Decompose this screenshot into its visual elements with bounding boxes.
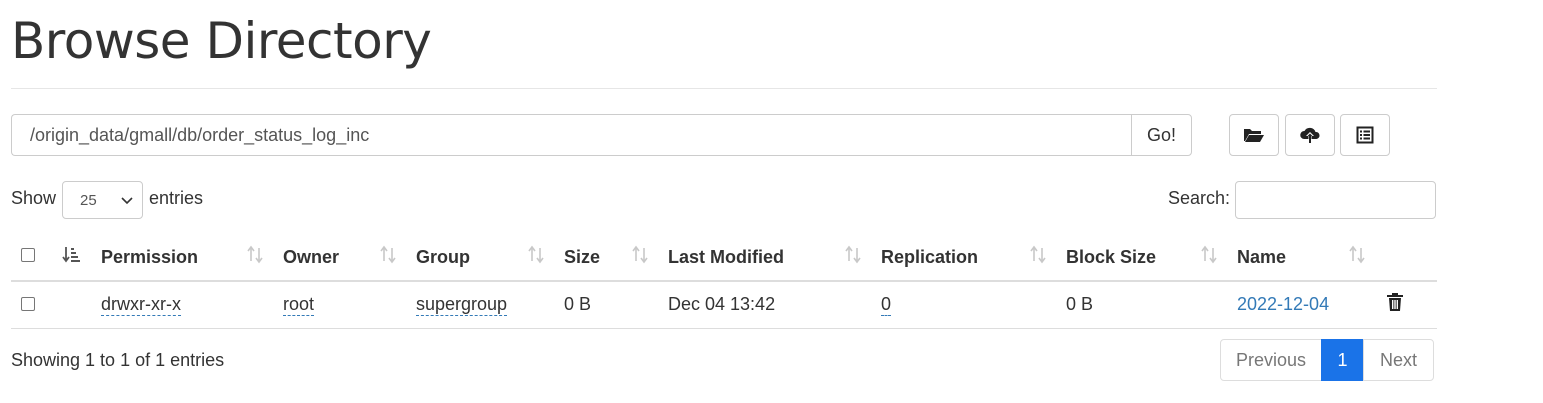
sort-both-icon[interactable] [844,245,862,265]
cloud-upload-icon [1300,127,1320,143]
row-group[interactable]: supergroup [416,293,508,316]
owner-value[interactable]: root [283,294,315,316]
upload-button[interactable] [1285,114,1335,156]
row-block-size: 0 B [1066,294,1094,314]
row-select-checkbox[interactable] [21,297,35,311]
table-row-divider [11,328,1437,329]
show-label: Show [11,188,57,208]
column-header-block-size[interactable]: Block Size [1066,246,1156,268]
permission-value[interactable]: drwxr-xr-x [101,294,181,316]
chevron-down-icon [121,197,133,205]
folder-open-icon [1244,129,1264,142]
directory-path-input[interactable] [11,114,1131,156]
sort-both-icon[interactable] [631,245,649,265]
title-divider [11,88,1437,89]
replication-value[interactable]: 0 [881,294,892,316]
column-header-replication[interactable]: Replication [881,246,978,268]
entries-label: entries [149,188,204,208]
view-toggle-button[interactable] [1340,114,1390,156]
column-header-name[interactable]: Name [1237,246,1286,268]
table-header-divider [11,280,1437,282]
next-page-button[interactable]: Next [1363,339,1434,381]
entries-per-page-value: 25 [80,191,97,209]
row-replication[interactable]: 0 [881,293,892,316]
go-button[interactable]: Go! [1131,114,1192,156]
sort-ascending-icon[interactable] [62,245,80,265]
row-permission[interactable]: drwxr-xr-x [101,293,181,316]
search-input[interactable] [1235,181,1436,219]
create-directory-button[interactable] [1229,114,1279,156]
search-label: Search: [1168,188,1231,208]
sort-both-icon[interactable] [1200,245,1218,265]
sort-both-icon[interactable] [379,245,397,265]
page-1-button[interactable]: 1 [1321,339,1364,381]
path-bar: Go! [11,114,1192,156]
page-title: Browse Directory [11,12,432,70]
table-info: Showing 1 to 1 of 1 entries [11,350,225,370]
list-alt-icon [1356,126,1374,144]
row-size: 0 B [564,294,592,314]
sort-both-icon[interactable] [1029,245,1047,265]
previous-page-button[interactable]: Previous [1220,339,1322,381]
entries-per-page-select[interactable]: 25 [62,181,143,219]
column-header-size[interactable]: Size [564,246,600,268]
sort-both-icon[interactable] [1348,245,1366,265]
sort-both-icon[interactable] [246,245,264,265]
pagination: Previous 1 Next [1220,339,1434,381]
column-header-last-modified[interactable]: Last Modified [668,246,784,268]
column-header-group[interactable]: Group [416,246,470,268]
sort-both-icon[interactable] [527,245,545,265]
column-header-owner[interactable]: Owner [283,246,339,268]
row-last-modified: Dec 04 13:42 [668,294,776,314]
group-value[interactable]: supergroup [416,294,508,316]
row-name-link[interactable]: 2022-12-04 [1237,293,1329,315]
trash-icon[interactable] [1386,292,1404,312]
row-owner[interactable]: root [283,293,315,316]
column-header-permission[interactable]: Permission [101,246,198,268]
select-all-checkbox[interactable] [21,248,35,262]
